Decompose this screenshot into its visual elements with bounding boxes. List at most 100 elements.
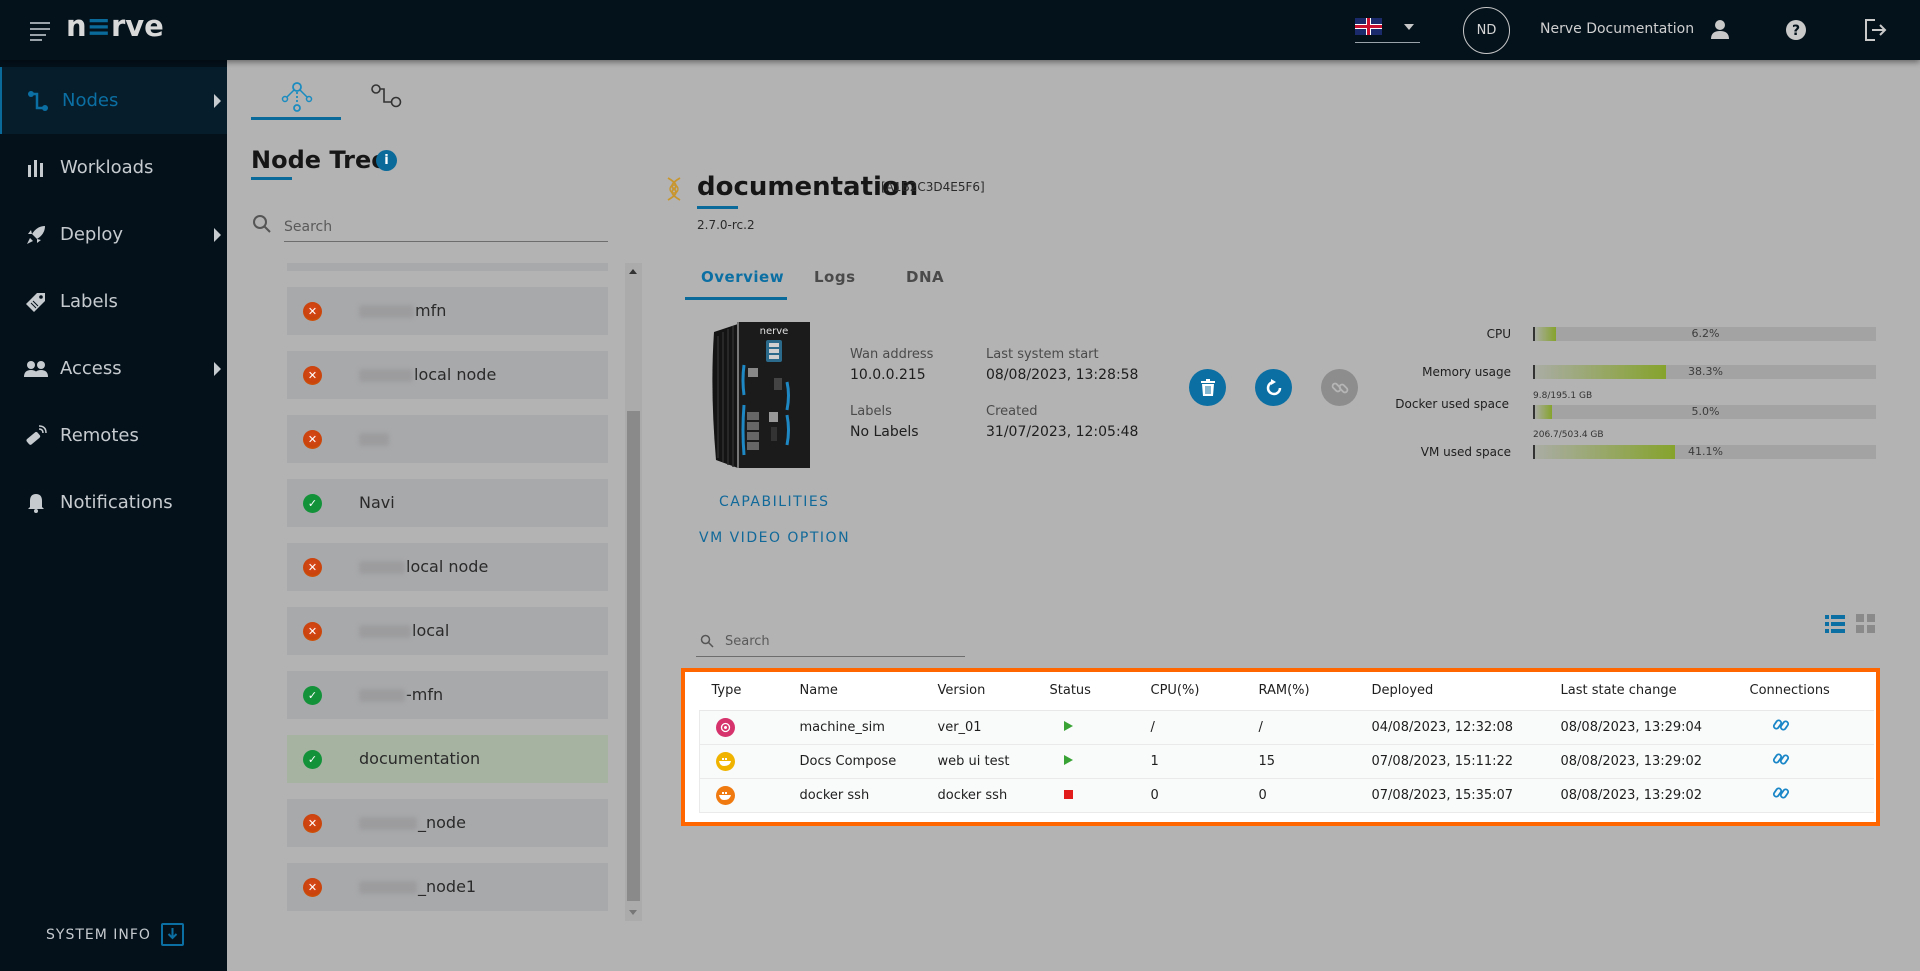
- scroll-down-arrow-icon[interactable]: [629, 910, 637, 915]
- sidebar-item-deploy[interactable]: Deploy: [0, 201, 227, 268]
- tab-tree-view[interactable]: [251, 76, 341, 120]
- sidebar-item-label: Deploy: [60, 224, 124, 245]
- column-header-deployed[interactable]: Deployed: [1359, 672, 1549, 711]
- connection-link-icon[interactable]: [1772, 750, 1790, 772]
- capabilities-link[interactable]: CAPABILITIES: [719, 494, 830, 510]
- column-header-type[interactable]: Type: [699, 672, 788, 711]
- sidebar-item-label: Labels: [60, 291, 118, 312]
- tree-item[interactable]: ✕ local: [287, 607, 608, 655]
- user-icon[interactable]: [1707, 17, 1733, 43]
- scrollbar-thumb[interactable]: [627, 411, 640, 901]
- tab-logs[interactable]: Logs: [814, 268, 856, 286]
- table-row[interactable]: machine_sim ver_01 / / 04/08/2023, 12:32…: [699, 710, 1874, 745]
- node-name: _node: [418, 813, 466, 832]
- users-icon: [24, 357, 48, 381]
- menu-toggle-icon[interactable]: [30, 20, 52, 41]
- workload-version: docker ssh: [925, 778, 1038, 813]
- tree-item[interactable]: ✓ -mfn: [287, 671, 608, 719]
- sidebar-item-access[interactable]: Access: [0, 335, 227, 402]
- username[interactable]: Nerve Documentation: [1540, 21, 1694, 37]
- delete-node-button[interactable]: [1189, 369, 1226, 406]
- labels-value: No Labels: [850, 424, 919, 440]
- tab-overview[interactable]: Overview: [701, 268, 784, 286]
- tree-item[interactable]: ✕ local node: [287, 351, 608, 399]
- language-selector[interactable]: [1355, 16, 1420, 43]
- tree-item[interactable]: ✕ local node: [287, 543, 608, 591]
- remote-connection-button[interactable]: [1321, 369, 1358, 406]
- docker-space-detail: 9.8/195.1 GB: [1533, 391, 1593, 401]
- node-search-input[interactable]: [284, 212, 608, 241]
- tree-item[interactable]: ✕ _node: [287, 799, 608, 847]
- grid-view-icon[interactable]: [1856, 614, 1876, 634]
- workload-ram: /: [1246, 710, 1360, 745]
- node-name: local node: [414, 365, 497, 384]
- workload-cpu: 0: [1138, 778, 1247, 813]
- redacted-text: [359, 561, 405, 574]
- tree-item[interactable]: ✕ mfn: [287, 287, 608, 335]
- sidebar-item-labels[interactable]: Labels: [0, 268, 227, 335]
- sidebar-item-workloads[interactable]: Workloads: [0, 134, 227, 201]
- cpu-progress-bar: 6.2%: [1533, 327, 1876, 341]
- workload-version: ver_01: [925, 710, 1038, 745]
- offline-status-icon: ✕: [303, 814, 322, 833]
- node-tree-icon: [281, 82, 313, 112]
- workload-last-state-change: 08/08/2023, 13:29:04: [1548, 710, 1738, 745]
- list-view-icon[interactable]: [1825, 614, 1845, 634]
- avatar[interactable]: ND: [1463, 7, 1510, 54]
- sidebar-item-notifications[interactable]: Notifications: [0, 469, 227, 536]
- last-system-start-value: 08/08/2023, 13:28:58: [986, 367, 1139, 383]
- tab-list-view[interactable]: [351, 76, 441, 120]
- remote-icon: [24, 424, 48, 448]
- info-icon[interactable]: i: [376, 150, 397, 171]
- logout-icon[interactable]: [1862, 17, 1888, 43]
- nerve-logo[interactable]: n≡rve: [66, 9, 164, 43]
- node-name: documentation: [359, 749, 481, 768]
- workload-search-input[interactable]: [725, 627, 955, 656]
- tree-item[interactable]: ✕ _node1: [287, 863, 608, 911]
- column-header-cpu[interactable]: CPU(%): [1138, 672, 1247, 711]
- wan-address-label: Wan address: [850, 347, 934, 362]
- column-header-version[interactable]: Version: [925, 672, 1038, 711]
- workload-version: web ui test: [925, 744, 1038, 779]
- redacted-text: [359, 689, 405, 702]
- connection-link-icon[interactable]: [1772, 716, 1790, 738]
- connection-link-icon[interactable]: [1772, 784, 1790, 806]
- table-row[interactable]: Docs Compose web ui test 1 15 07/08/2023…: [699, 744, 1874, 779]
- docker-percent: 5.0%: [1691, 405, 1720, 418]
- tree-item[interactable]: ✕: [287, 415, 608, 463]
- help-icon[interactable]: ?: [1783, 17, 1809, 43]
- column-header-connections[interactable]: Connections: [1737, 672, 1874, 711]
- search-icon: [253, 215, 271, 233]
- vm-video-option-link[interactable]: VM VIDEO OPTION: [699, 530, 850, 546]
- node-tree-scrollbar[interactable]: [625, 263, 642, 921]
- workload-name: Docs Compose: [787, 744, 926, 779]
- sidebar-item-label: Access: [60, 358, 122, 379]
- wan-address-value: 10.0.0.215: [850, 367, 926, 383]
- node-serial: [A1B2C3D4E5F6]: [881, 180, 985, 194]
- system-info-button[interactable]: SYSTEM INFO: [46, 923, 184, 946]
- vm-progress-bar: 41.1%: [1533, 445, 1876, 459]
- node-name: local node: [406, 557, 489, 576]
- column-header-status[interactable]: Status: [1037, 672, 1139, 711]
- sidebar-item-nodes[interactable]: Nodes: [0, 67, 227, 134]
- cpu-percent: 6.2%: [1691, 327, 1720, 340]
- chevron-down-icon: [1404, 24, 1414, 30]
- tree-item-partial[interactable]: [287, 263, 608, 271]
- column-header-last-state-change[interactable]: Last state change: [1548, 672, 1738, 711]
- tab-dna[interactable]: DNA: [906, 268, 944, 286]
- column-header-ram[interactable]: RAM(%): [1246, 672, 1360, 711]
- workload-ram: 0: [1246, 778, 1360, 813]
- reboot-node-button[interactable]: [1255, 369, 1292, 406]
- chevron-right-icon: [214, 93, 221, 108]
- tree-item-selected[interactable]: ✓ documentation: [287, 735, 608, 783]
- column-header-name[interactable]: Name: [787, 672, 926, 711]
- redacted-text: [359, 433, 389, 446]
- docker-progress-bar: 5.0%: [1533, 405, 1876, 419]
- workload-search: [696, 627, 965, 657]
- redacted-text: [359, 305, 414, 318]
- tree-item[interactable]: ✓ Navi: [287, 479, 608, 527]
- scroll-up-arrow-icon[interactable]: [629, 269, 637, 274]
- table-row[interactable]: docker ssh docker ssh 0 0 07/08/2023, 15…: [699, 778, 1874, 813]
- sidebar-item-remotes[interactable]: Remotes: [0, 402, 227, 469]
- cpu-metric-label: CPU: [1486, 327, 1511, 341]
